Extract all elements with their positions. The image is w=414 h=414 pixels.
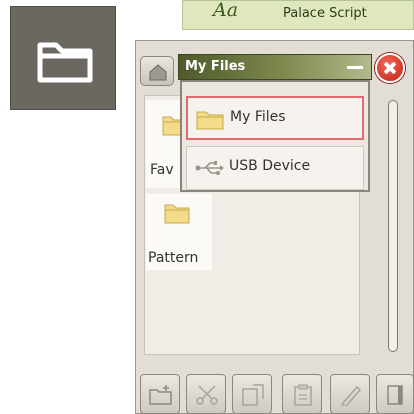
copy-button[interactable] (232, 374, 272, 414)
scrollbar-thumb[interactable] (388, 100, 398, 352)
font-sample: Aa (213, 0, 239, 21)
details-icon (387, 385, 403, 405)
window-title-bar: My Files (178, 54, 372, 80)
home-icon (149, 64, 167, 81)
new-folder-button[interactable] (140, 374, 180, 414)
file-tile-label: Fav (150, 162, 174, 178)
location-dropdown: My Files USB Device (180, 80, 370, 192)
location-item-label: My Files (230, 109, 286, 125)
close-button[interactable] (375, 53, 405, 83)
minimize-icon[interactable] (347, 66, 363, 69)
paste-button[interactable] (282, 374, 322, 414)
font-name: Palace Script (283, 6, 367, 21)
folder-view-tile[interactable] (10, 6, 116, 110)
rename-icon (341, 385, 362, 406)
usb-icon (195, 161, 224, 175)
file-tile-pattern[interactable]: Pattern (146, 194, 212, 270)
details-button[interactable] (376, 374, 414, 414)
folder-icon (164, 204, 190, 224)
file-tile-label: Pattern (148, 250, 199, 266)
rename-button[interactable] (330, 374, 370, 414)
location-item-label: USB Device (229, 158, 311, 174)
cut-icon (196, 385, 218, 405)
copy-icon (242, 384, 264, 406)
new-folder-icon (149, 385, 172, 405)
cut-button[interactable] (186, 374, 226, 414)
home-button[interactable] (140, 56, 174, 86)
location-item-my-files[interactable]: My Files (186, 96, 364, 140)
window-title: My Files (185, 59, 246, 74)
paste-icon (294, 384, 312, 406)
font-selection-bar[interactable]: Aa Palace Script (182, 0, 414, 30)
location-item-usb-device[interactable]: USB Device (186, 146, 364, 190)
folder-icon (37, 42, 93, 83)
folder-icon (196, 111, 224, 130)
